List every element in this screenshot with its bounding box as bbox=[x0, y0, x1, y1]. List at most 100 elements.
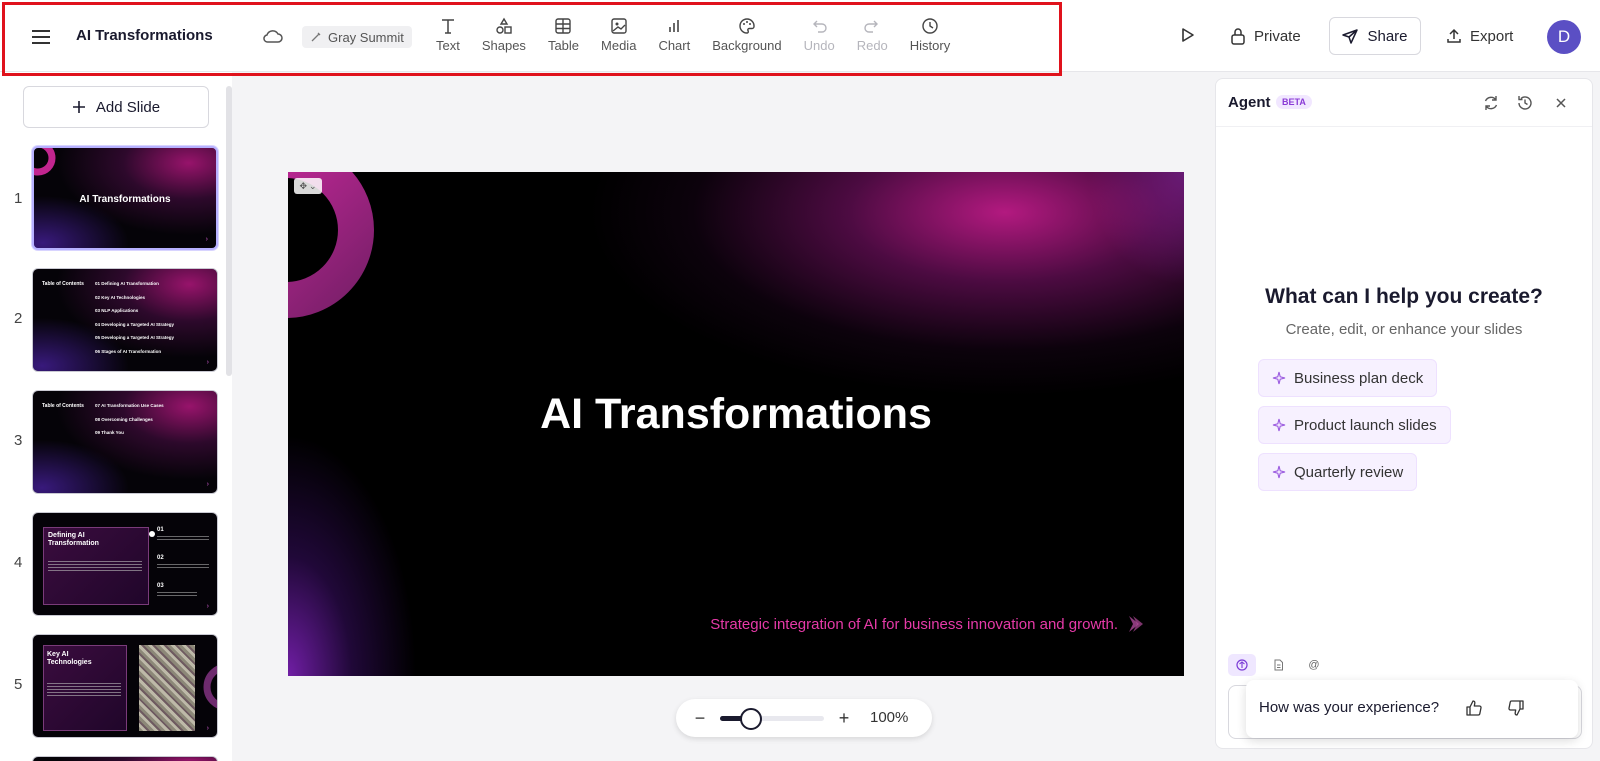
point-number: 01 bbox=[157, 527, 164, 533]
tool-label: Media bbox=[601, 38, 637, 53]
sparkle-icon bbox=[1272, 371, 1286, 385]
chevron-right-icon: › bbox=[206, 359, 209, 366]
suggestion-quarterly-review[interactable]: Quarterly review bbox=[1258, 453, 1418, 491]
toc-item: 04 Developing a Targeted AI Strategy bbox=[95, 322, 175, 327]
suggestion-label: Business plan deck bbox=[1294, 369, 1424, 387]
mode-agent-button[interactable] bbox=[1228, 654, 1256, 676]
export-button[interactable]: Export bbox=[1446, 22, 1513, 50]
tool-redo[interactable]: Redo bbox=[846, 16, 899, 60]
tool-label: Redo bbox=[856, 38, 888, 53]
zoom-in-button[interactable]: + bbox=[836, 708, 852, 728]
chevron-right-icon bbox=[1129, 616, 1143, 632]
chart-icon bbox=[669, 20, 680, 32]
tool-text[interactable]: Text bbox=[425, 16, 471, 60]
help-title: What can I help you create? bbox=[1265, 285, 1543, 308]
toc-item: 01 Defining AI Transformation bbox=[95, 281, 159, 286]
tool-media[interactable]: Media bbox=[590, 16, 647, 60]
sidebar-scrollbar[interactable] bbox=[226, 86, 232, 376]
tool-table[interactable]: Table bbox=[537, 16, 590, 60]
toc-item: 06 Stages of AI Transformation bbox=[95, 349, 162, 354]
thumb-title: Defining AI Transformation bbox=[48, 532, 99, 547]
refresh-icon[interactable] bbox=[1482, 94, 1500, 112]
slide-subtitle[interactable]: Strategic integration of AI for business… bbox=[710, 616, 1118, 633]
tool-undo[interactable]: Undo bbox=[793, 16, 846, 60]
user-avatar[interactable]: D bbox=[1547, 20, 1581, 54]
agent-header: Agent BETA bbox=[1216, 79, 1592, 127]
slide-thumbnail-1[interactable]: AI Transformations › bbox=[32, 146, 218, 250]
slide-title[interactable]: AI Transformations bbox=[288, 390, 1184, 439]
toc-item: 03 NLP Applications bbox=[95, 308, 139, 313]
sparkle-icon bbox=[1272, 465, 1286, 479]
brush-icon bbox=[311, 32, 321, 42]
feedback-popup: How was your experience? bbox=[1246, 680, 1578, 738]
theme-name: Gray Summit bbox=[328, 29, 404, 45]
mode-document-button[interactable] bbox=[1264, 654, 1292, 676]
point-number: 02 bbox=[157, 555, 164, 561]
toc-item: 08 Overcoming Challenges bbox=[95, 417, 153, 422]
private-label: Private bbox=[1254, 27, 1301, 45]
body-text-lines bbox=[48, 561, 142, 571]
zoom-level: 100% bbox=[870, 709, 909, 726]
suggestion-label: Product launch slides bbox=[1294, 416, 1437, 434]
export-label: Export bbox=[1470, 27, 1514, 45]
zoom-slider[interactable] bbox=[720, 708, 824, 730]
compass-icon bbox=[1236, 659, 1248, 671]
slide-thumbnail-4[interactable]: Defining AI Transformation 01 02 03 › bbox=[32, 512, 218, 616]
mode-mention-button[interactable]: @ bbox=[1300, 654, 1328, 676]
menu-icon[interactable] bbox=[28, 24, 54, 50]
add-slide-label: Add Slide bbox=[95, 98, 161, 116]
zoom-out-button[interactable]: − bbox=[692, 708, 708, 728]
slide-number: 3 bbox=[14, 432, 23, 449]
palette-icon bbox=[739, 18, 755, 34]
upload-icon bbox=[1447, 28, 1461, 43]
tool-chart[interactable]: Chart bbox=[647, 16, 701, 60]
chevron-down-icon: ⌄ bbox=[309, 180, 317, 191]
slide-thumbnail-2[interactable]: Table of Contents 01 Defining AI Transfo… bbox=[32, 268, 218, 372]
private-button[interactable]: Private bbox=[1230, 22, 1301, 50]
ring-shape bbox=[203, 665, 217, 709]
suggestion-product-launch[interactable]: Product launch slides bbox=[1258, 406, 1451, 444]
cloud-save-icon[interactable] bbox=[262, 26, 284, 48]
share-label: Share bbox=[1367, 27, 1408, 45]
slide-canvas[interactable]: ✥ ⌄ AI Transformations Strategic integrat… bbox=[288, 172, 1184, 676]
history-icon[interactable] bbox=[1516, 94, 1534, 112]
slide-thumbnail-6[interactable] bbox=[32, 756, 218, 761]
redo-icon bbox=[864, 20, 879, 33]
tool-history[interactable]: History bbox=[899, 16, 961, 60]
chevron-right-icon: › bbox=[206, 725, 209, 732]
top-toolbar: AI Transformations Gray Summit Text Shap… bbox=[0, 0, 1600, 72]
slide-thumbnail-5[interactable]: Key AI Technologies › bbox=[32, 634, 218, 738]
slide-number: 4 bbox=[14, 554, 23, 571]
agent-title: Agent bbox=[1228, 94, 1271, 111]
table-icon bbox=[555, 18, 572, 34]
thumb-title: Key AI Technologies bbox=[47, 651, 92, 666]
send-icon bbox=[1342, 28, 1359, 44]
share-button[interactable]: Share bbox=[1329, 17, 1421, 55]
zoom-slider-handle[interactable] bbox=[740, 708, 763, 730]
feedback-question: How was your experience? bbox=[1259, 699, 1440, 716]
thumb-title: Table of Contents bbox=[42, 281, 84, 287]
thumbs-down-icon[interactable] bbox=[1506, 698, 1526, 718]
agent-panel: Agent BETA What can I help you create? C… bbox=[1215, 78, 1593, 749]
toc-item: 05 Developing a Targeted AI Strategy bbox=[95, 335, 175, 340]
ring-shape bbox=[34, 148, 56, 176]
history-icon bbox=[922, 18, 938, 34]
add-slide-button[interactable]: Add Slide bbox=[23, 86, 209, 128]
suggestion-business-plan[interactable]: Business plan deck bbox=[1258, 359, 1438, 397]
suggestion-label: Quarterly review bbox=[1294, 463, 1404, 481]
tool-background[interactable]: Background bbox=[701, 16, 792, 60]
tool-shapes[interactable]: Shapes bbox=[471, 16, 537, 60]
tool-label: Table bbox=[547, 38, 580, 53]
lock-icon bbox=[1231, 28, 1245, 45]
element-tool-chip[interactable]: ✥ ⌄ bbox=[294, 178, 322, 194]
slide-thumbnail-3[interactable]: Table of Contents 07 AI Transformation U… bbox=[32, 390, 218, 494]
present-play-icon[interactable] bbox=[1176, 24, 1198, 46]
tool-label: Chart bbox=[658, 38, 691, 53]
image-placeholder bbox=[139, 645, 195, 731]
theme-chip[interactable]: Gray Summit bbox=[302, 26, 412, 48]
document-title[interactable]: AI Transformations bbox=[76, 27, 213, 44]
thumbs-up-icon[interactable] bbox=[1464, 698, 1484, 718]
close-icon[interactable] bbox=[1552, 94, 1570, 112]
tool-group: Text Shapes Table Media Chart Background… bbox=[425, 16, 961, 60]
chevron-right-icon: › bbox=[206, 603, 209, 610]
